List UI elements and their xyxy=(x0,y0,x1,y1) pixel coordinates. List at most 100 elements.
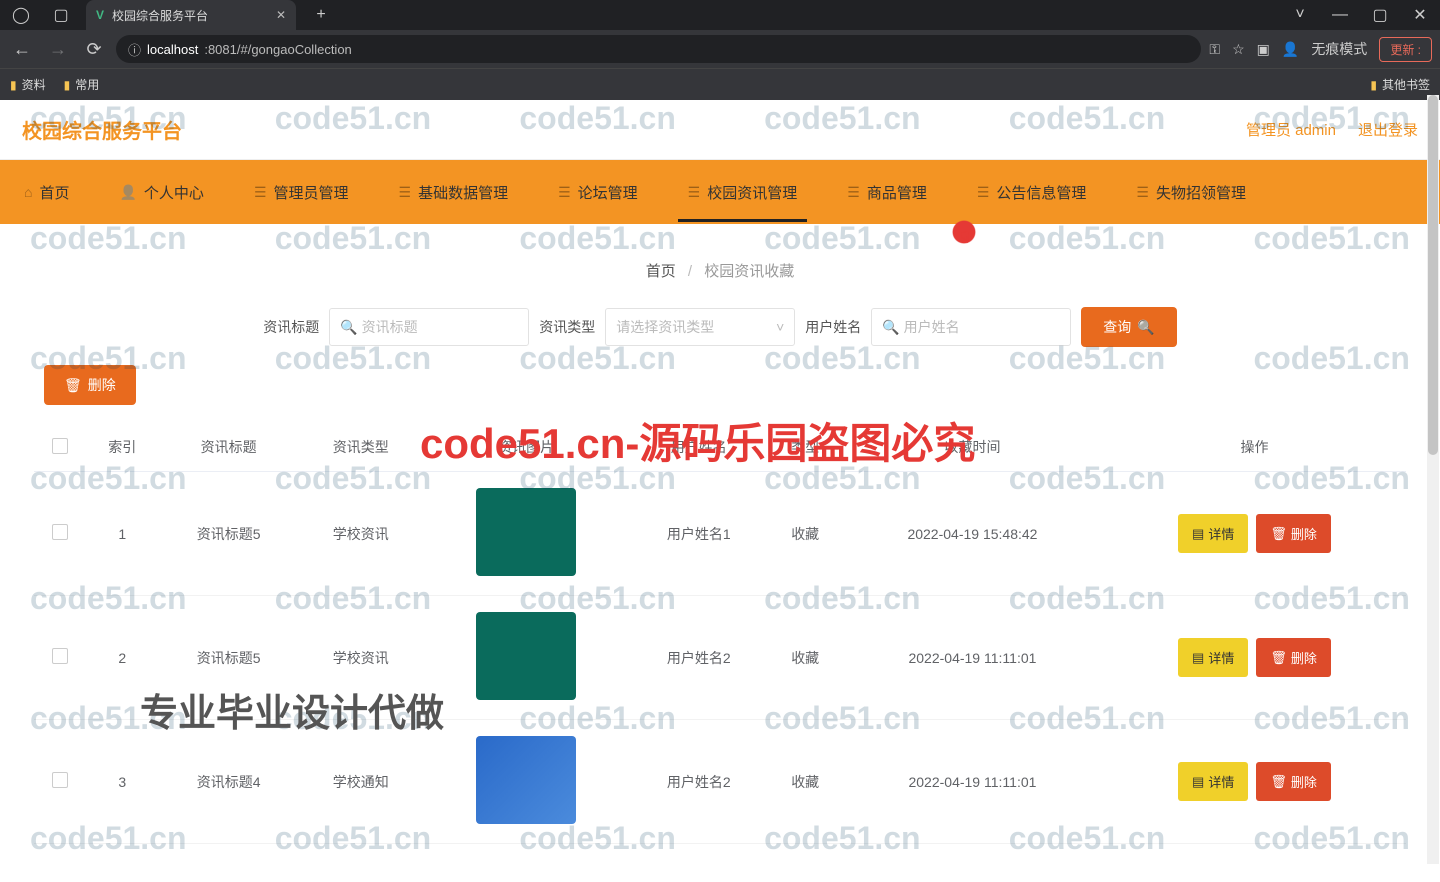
forward-icon[interactable]: → xyxy=(44,39,72,60)
thumbnail xyxy=(476,736,576,824)
thumbnail xyxy=(476,488,576,576)
doc-icon: ▤ xyxy=(1192,774,1204,790)
input-user[interactable]: 🔍 用户姓名 xyxy=(871,308,1071,346)
cart-icon: ☰ xyxy=(847,184,860,201)
col-title: 资讯标题 xyxy=(159,423,298,472)
url-input[interactable]: ⓘ localhost :8081/#/gongaoCollection xyxy=(116,35,1201,63)
detail-button[interactable]: ▤详情 xyxy=(1178,514,1248,553)
main-nav: ⌂首页 👤个人中心 ☰管理员管理 ☰基础数据管理 ☰论坛管理 ☰校园资讯管理 ☰… xyxy=(0,160,1440,224)
breadcrumb: 首页 / 校园资讯收藏 xyxy=(14,252,1426,297)
window-titlebar: ◯ ▢ V 校园综合服务平台 ✕ + ˅ — ▢ ✕ xyxy=(0,0,1440,30)
close-icon[interactable]: ✕ xyxy=(276,8,286,22)
star-icon[interactable]: ☆ xyxy=(1232,41,1245,58)
cell-time: 2022-04-19 11:11:01 xyxy=(842,596,1103,720)
new-tab-button[interactable]: + xyxy=(306,6,336,24)
bookmark-item[interactable]: ▮常用 xyxy=(64,76,100,93)
nav-home[interactable]: ⌂首页 xyxy=(14,164,79,221)
label-type: 资讯类型 xyxy=(539,317,595,337)
nav-base[interactable]: ☰基础数据管理 xyxy=(389,164,519,221)
cell-user: 用户姓名2 xyxy=(629,720,768,844)
reload-icon[interactable]: ⟳ xyxy=(80,39,108,60)
breadcrumb-sep: / xyxy=(688,263,692,280)
col-time: 收藏时间 xyxy=(842,423,1103,472)
table-row: 1 资讯标题5 学校资讯 用户姓名1 收藏 2022-04-19 15:48:4… xyxy=(34,472,1406,596)
thumbnail xyxy=(476,612,576,700)
scrollbar-thumb[interactable] xyxy=(1428,95,1438,455)
nav-forum[interactable]: ☰论坛管理 xyxy=(548,164,648,221)
search-icon: 🔍 xyxy=(340,319,357,336)
nav-goods[interactable]: ☰商品管理 xyxy=(837,164,937,221)
checkbox-all[interactable] xyxy=(52,438,68,454)
nav-announce[interactable]: ☰公告信息管理 xyxy=(967,164,1097,221)
blank-tab-icon[interactable]: ▢ xyxy=(46,0,76,30)
content-panel: 首页 / 校园资讯收藏 资讯标题 🔍 资讯标题 资讯类型 请选择资讯类型˅ 用户… xyxy=(14,242,1426,864)
cell-image xyxy=(423,472,629,596)
breadcrumb-home[interactable]: 首页 xyxy=(646,263,676,280)
nav-lost[interactable]: ☰失物招领管理 xyxy=(1126,164,1256,221)
cell-cat: 收藏 xyxy=(768,720,842,844)
nav-admin[interactable]: ☰管理员管理 xyxy=(244,164,359,221)
extensions-icon[interactable]: ▣ xyxy=(1257,41,1270,58)
admin-link[interactable]: 管理员 admin xyxy=(1246,119,1336,140)
row-checkbox[interactable] xyxy=(52,772,68,788)
url-path: :8081/#/gongaoCollection xyxy=(204,42,351,57)
cell-index: 3 xyxy=(85,720,159,844)
folder-icon: ▮ xyxy=(64,78,71,92)
search-row: 资讯标题 🔍 资讯标题 资讯类型 请选择资讯类型˅ 用户姓名 🔍 用户姓名 查询… xyxy=(14,297,1426,365)
info-icon: ⓘ xyxy=(128,40,141,59)
cell-cat: 收藏 xyxy=(768,472,842,596)
row-checkbox[interactable] xyxy=(52,524,68,540)
detail-button[interactable]: ▤详情 xyxy=(1178,638,1248,677)
cell-time: 2022-04-19 11:11:01 xyxy=(842,720,1103,844)
batch-delete-button[interactable]: 🗑删除 xyxy=(44,365,136,405)
nav-news[interactable]: ☰校园资讯管理 xyxy=(678,164,808,221)
delete-button[interactable]: 🗑删除 xyxy=(1256,514,1331,553)
bell-icon: ☰ xyxy=(977,184,990,201)
page-title: 校园综合服务平台 xyxy=(22,115,182,144)
label-user: 用户姓名 xyxy=(805,317,861,337)
scrollbar-vertical[interactable] xyxy=(1427,95,1439,864)
key-icon[interactable]: ⚿ xyxy=(1209,41,1220,58)
minimize-icon[interactable]: — xyxy=(1320,0,1360,30)
cell-title: 资讯标题5 xyxy=(159,472,298,596)
browser-tab[interactable]: V 校园综合服务平台 ✕ xyxy=(86,0,296,30)
cell-index: 1 xyxy=(85,472,159,596)
cell-type: 学校资讯 xyxy=(298,596,423,720)
logout-link[interactable]: 退出登录 xyxy=(1358,119,1418,140)
update-button[interactable]: 更新 : xyxy=(1379,37,1432,62)
user-icon: 👤 xyxy=(119,184,136,201)
maximize-icon[interactable]: ▢ xyxy=(1360,0,1400,30)
nav-profile[interactable]: 👤个人中心 xyxy=(109,164,213,221)
chevron-down-icon: ˅ xyxy=(776,319,784,335)
col-type: 资讯类型 xyxy=(298,423,423,472)
cell-image xyxy=(423,720,629,844)
back-icon[interactable]: ← xyxy=(8,39,36,60)
incognito-label: 无痕模式 xyxy=(1311,39,1367,59)
table-row: 3 资讯标题4 学校通知 用户姓名2 收藏 2022-04-19 11:11:0… xyxy=(34,720,1406,844)
data-table: 索引 资讯标题 资讯类型 资讯图片 用户姓名 类型 收藏时间 操作 1 资讯标题… xyxy=(34,423,1406,844)
search-icon: 🔍 xyxy=(1137,319,1154,336)
input-title[interactable]: 🔍 资讯标题 xyxy=(329,308,529,346)
folder-icon: ▮ xyxy=(1370,78,1377,92)
detail-button[interactable]: ▤详情 xyxy=(1178,762,1248,801)
table-row: 2 资讯标题5 学校资讯 用户姓名2 收藏 2022-04-19 11:11:0… xyxy=(34,596,1406,720)
trash-icon: 🗑 xyxy=(1270,774,1287,790)
forum-icon: ☰ xyxy=(558,184,571,201)
gear-icon: ☰ xyxy=(254,184,267,201)
delete-button[interactable]: 🗑删除 xyxy=(1256,638,1331,677)
chevron-down-icon[interactable]: ˅ xyxy=(1280,0,1320,30)
select-type[interactable]: 请选择资讯类型˅ xyxy=(605,308,795,346)
bookmark-bar: ▮资料 ▮常用 ▮其他书签 xyxy=(0,68,1440,100)
cell-type: 学校资讯 xyxy=(298,472,423,596)
cell-title: 资讯标题4 xyxy=(159,720,298,844)
row-checkbox[interactable] xyxy=(52,648,68,664)
url-host: localhost xyxy=(147,42,198,57)
cell-user: 用户姓名1 xyxy=(629,472,768,596)
delete-button[interactable]: 🗑删除 xyxy=(1256,762,1331,801)
bookmark-item[interactable]: ▮资料 xyxy=(10,76,46,93)
close-window-icon[interactable]: ✕ xyxy=(1400,0,1440,30)
col-image: 资讯图片 xyxy=(423,423,629,472)
trash-icon: 🗑 xyxy=(64,377,82,394)
query-button[interactable]: 查询🔍 xyxy=(1081,307,1176,347)
other-bookmarks[interactable]: ▮其他书签 xyxy=(1370,76,1430,93)
